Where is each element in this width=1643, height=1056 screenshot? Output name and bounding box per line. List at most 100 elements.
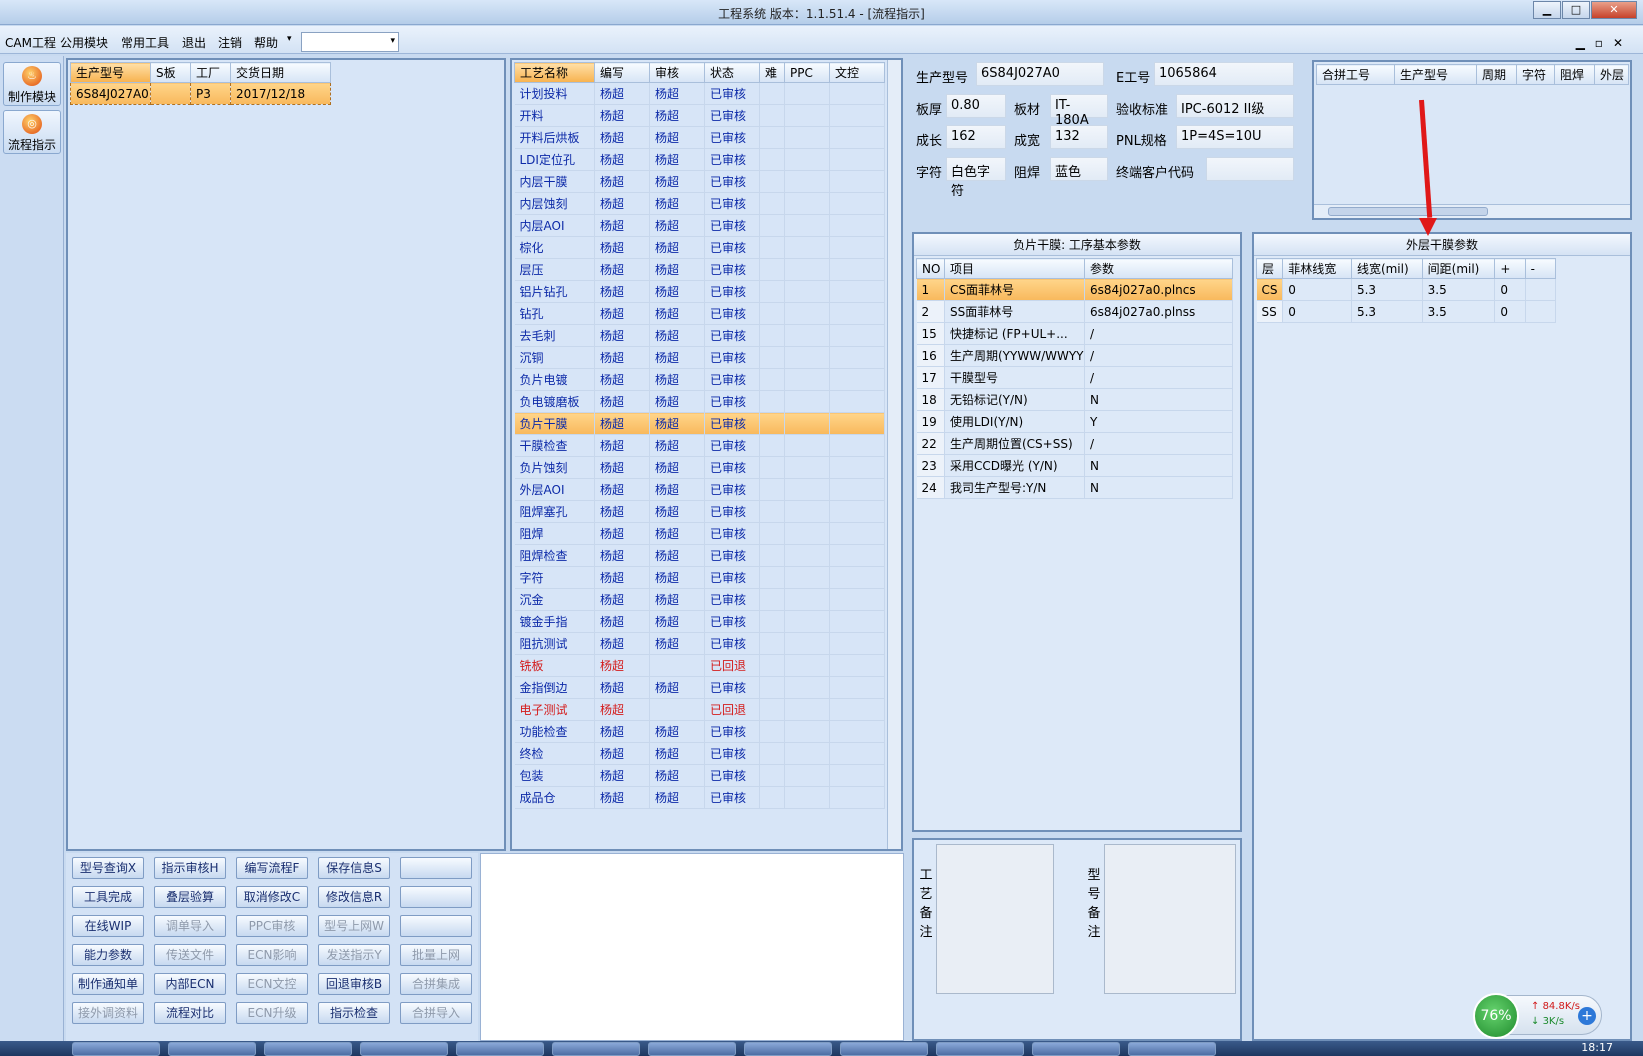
taskbar-item[interactable] <box>168 1042 256 1056</box>
process-cell[interactable]: 沉铜 <box>514 346 595 369</box>
table-row[interactable]: 19 使用LDI(Y/N) Y <box>916 410 1233 433</box>
col-process-0[interactable]: 工艺名称 <box>514 62 595 83</box>
process-cell[interactable] <box>784 412 830 435</box>
taskbar-item[interactable] <box>456 1042 544 1056</box>
process-cell[interactable] <box>759 258 785 281</box>
menu-logout[interactable]: 注销 <box>218 34 242 51</box>
process-cell[interactable] <box>759 346 785 369</box>
param-cell[interactable]: 23 <box>916 454 945 477</box>
process-cell[interactable] <box>759 302 785 325</box>
process-cell[interactable]: 已审核 <box>704 764 760 787</box>
table-row[interactable]: 24 我司生产型号:Y/N N <box>916 476 1233 499</box>
process-cell[interactable]: 杨超 <box>649 214 705 237</box>
process-cell[interactable] <box>829 786 885 809</box>
process-cell[interactable]: 杨超 <box>649 500 705 523</box>
param-cell[interactable]: 6s84j027a0.plnss <box>1084 300 1233 323</box>
col-outer-1[interactable]: 菲林线宽 <box>1282 258 1352 279</box>
process-cell[interactable]: 负电镀磨板 <box>514 390 595 413</box>
process-cell[interactable]: 层压 <box>514 258 595 281</box>
table-row[interactable]: 23 采用CCD曝光 (Y/N) N <box>916 454 1233 477</box>
param-cell[interactable]: / <box>1084 322 1233 345</box>
process-cell[interactable]: 杨超 <box>649 742 705 765</box>
menu-cam[interactable]: CAM工程 <box>5 34 56 51</box>
process-cell[interactable] <box>784 632 830 655</box>
taskbar-item[interactable] <box>840 1042 928 1056</box>
param-cell[interactable]: 1 <box>916 278 945 301</box>
process-cell[interactable]: 杨超 <box>594 214 650 237</box>
col-outer-0[interactable]: 层 <box>1255 258 1284 279</box>
process-guide-button[interactable]: ◎ 流程指示 <box>3 110 61 154</box>
process-cell[interactable]: 已审核 <box>704 544 760 567</box>
process-cell[interactable] <box>829 588 885 611</box>
process-cell[interactable] <box>759 588 785 611</box>
process-cell[interactable] <box>829 566 885 589</box>
process-cell[interactable]: 已审核 <box>704 258 760 281</box>
table-row[interactable]: 成品仓 杨超 杨超 已审核 <box>514 786 885 809</box>
process-cell[interactable]: 已审核 <box>704 390 760 413</box>
process-cell[interactable] <box>759 764 785 787</box>
process-cell[interactable]: 电子测试 <box>514 698 595 721</box>
table-row[interactable]: 字符 杨超 杨超 已审核 <box>514 566 885 589</box>
process-cell[interactable] <box>784 324 830 347</box>
col-merge-outer[interactable]: 外层 <box>1594 64 1629 85</box>
process-cell[interactable]: 阻抗测试 <box>514 632 595 655</box>
param-cell[interactable]: 22 <box>916 432 945 455</box>
plus-icon[interactable]: + <box>1578 1007 1596 1025</box>
process-cell[interactable] <box>829 456 885 479</box>
process-cell[interactable]: 杨超 <box>594 192 650 215</box>
process-cell[interactable]: 杨超 <box>594 434 650 457</box>
param-cell[interactable]: 15 <box>916 322 945 345</box>
process-cell[interactable]: 已回退 <box>704 698 760 721</box>
action-button[interactable]: 保存信息S <box>318 857 390 879</box>
process-cell[interactable]: 杨超 <box>649 632 705 655</box>
model-remark-input[interactable] <box>1104 844 1236 994</box>
table-row[interactable]: 负片蚀刻 杨超 杨超 已审核 <box>514 456 885 479</box>
process-cell[interactable]: 杨超 <box>649 720 705 743</box>
action-button[interactable] <box>400 915 472 937</box>
process-cell[interactable]: 已审核 <box>704 676 760 699</box>
process-cell[interactable]: 杨超 <box>649 346 705 369</box>
process-cell[interactable] <box>784 456 830 479</box>
action-button[interactable]: 合拼导入 <box>400 1002 472 1024</box>
process-cell[interactable]: 杨超 <box>594 302 650 325</box>
process-cell[interactable] <box>784 478 830 501</box>
process-cell[interactable]: 已审核 <box>704 82 760 105</box>
taskbar-item[interactable] <box>936 1042 1024 1056</box>
process-cell[interactable]: 杨超 <box>649 588 705 611</box>
process-cell[interactable] <box>759 368 785 391</box>
table-row[interactable]: 去毛刺 杨超 杨超 已审核 <box>514 324 885 347</box>
outer-cell[interactable]: 5.3 <box>1351 300 1423 323</box>
process-cell[interactable]: 杨超 <box>649 148 705 171</box>
process-cell[interactable]: 已审核 <box>704 192 760 215</box>
process-cell[interactable] <box>784 390 830 413</box>
col-outer-2[interactable]: 线宽(mil) <box>1350 258 1423 279</box>
toolbar-combo[interactable]: ▾ <box>301 32 399 52</box>
menu-help[interactable]: 帮助 <box>254 34 278 51</box>
action-button[interactable]: 发送指示Y <box>318 944 390 966</box>
process-cell[interactable]: 干膜检查 <box>514 434 595 457</box>
process-cell[interactable] <box>829 214 885 237</box>
action-button[interactable]: 回退审核B <box>318 973 390 995</box>
taskbar-item[interactable] <box>1128 1042 1216 1056</box>
process-cell[interactable]: 已审核 <box>704 500 760 523</box>
action-button[interactable]: 接外调资料 <box>72 1002 144 1024</box>
process-cell[interactable] <box>759 632 785 655</box>
process-cell[interactable] <box>784 280 830 303</box>
process-cell[interactable] <box>784 544 830 567</box>
process-cell[interactable] <box>784 786 830 809</box>
process-cell[interactable] <box>829 698 885 721</box>
process-cell[interactable]: 杨超 <box>649 764 705 787</box>
cell-factory[interactable]: P3 <box>190 82 231 105</box>
process-cell[interactable] <box>649 698 705 721</box>
process-cell[interactable]: 杨超 <box>594 148 650 171</box>
table-row[interactable]: LDI定位孔 杨超 杨超 已审核 <box>514 148 885 171</box>
process-cell[interactable] <box>759 126 785 149</box>
process-cell[interactable]: 杨超 <box>649 126 705 149</box>
process-cell[interactable]: 杨超 <box>594 610 650 633</box>
table-row[interactable]: 开料后烘板 杨超 杨超 已审核 <box>514 126 885 149</box>
process-cell[interactable]: 杨超 <box>649 412 705 435</box>
process-cell[interactable]: 包装 <box>514 764 595 787</box>
process-cell[interactable]: 杨超 <box>594 368 650 391</box>
action-button[interactable]: 在线WIP <box>72 915 144 937</box>
col-s[interactable]: S板 <box>150 62 191 83</box>
